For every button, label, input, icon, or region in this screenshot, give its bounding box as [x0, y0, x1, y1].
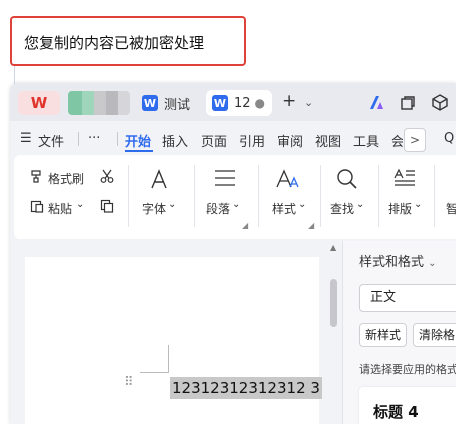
cut-icon[interactable] [100, 169, 114, 183]
new-style-button[interactable]: 新样式 [359, 323, 408, 347]
menu-file[interactable]: 文件 [38, 131, 64, 150]
style-item-label: 标题 4 [373, 403, 419, 421]
paragraph-settings-corner-icon[interactable]: ◢ [242, 221, 248, 230]
menu-more[interactable]: ··· [88, 131, 100, 146]
tab-insert[interactable]: 插入 [162, 131, 188, 150]
smart-tools-button[interactable]: 智 [446, 200, 456, 217]
style-hint-text: 请选择要应用的格式 [359, 363, 456, 376]
unsaved-dot-icon: ● [254, 96, 266, 110]
paste-icon[interactable] [30, 199, 44, 213]
font-chevron-icon[interactable]: ⌄ [168, 199, 176, 210]
style-icon[interactable] [276, 169, 300, 189]
paragraph-chevron-icon[interactable]: ⌄ [232, 199, 240, 210]
format-painter-icon[interactable] [30, 169, 44, 183]
scrollbar-thumb[interactable] [330, 279, 337, 327]
paste-button[interactable]: 粘贴 [48, 200, 72, 217]
cube-icon[interactable] [432, 94, 448, 111]
paragraph-button[interactable]: 段落 [206, 200, 230, 217]
blurred-tab[interactable] [68, 91, 130, 115]
window-restore-icon[interactable] [400, 95, 416, 111]
layout-chevron-icon[interactable]: ⌄ [414, 199, 422, 210]
tab-view[interactable]: 视图 [315, 131, 341, 150]
find-chevron-icon[interactable]: ⌄ [356, 199, 364, 210]
new-tab-button[interactable]: + [282, 91, 296, 111]
margin-corner-vertical [168, 345, 169, 373]
style-chevron-icon[interactable]: ⌄ [298, 199, 306, 210]
styles-panel: 样式和格式 ⌄ 正文 新样式 清除格 请选择要应用的格式 标题 4 [342, 241, 456, 424]
tab-references[interactable]: 引用 [239, 131, 265, 150]
tab-list-chevron-icon[interactable]: ⌄ [304, 96, 313, 109]
font-button[interactable]: 字体 [142, 200, 166, 217]
tab-member[interactable]: 会 [391, 131, 403, 150]
ai-assistant-icon[interactable] [368, 94, 386, 110]
current-style-combo[interactable]: 正文 [359, 284, 456, 312]
styles-panel-title[interactable]: 样式和格式 ⌄ [359, 251, 437, 270]
wps-window: W W 测试 W 12 ● + ⌄ ☰ 文件 ··· 开始 插入 页面 引用 审… [10, 83, 456, 424]
panel-title-chevron-icon: ⌄ [428, 258, 437, 269]
layout-icon[interactable] [394, 169, 416, 189]
ribbon-separator [128, 165, 129, 227]
copy-icon[interactable] [100, 199, 114, 213]
style-settings-corner-icon[interactable]: ◢ [308, 221, 314, 230]
tab-page[interactable]: 页面 [201, 131, 227, 150]
layout-button[interactable]: 排版 [388, 200, 412, 217]
style-item-heading-4[interactable]: 标题 4 [359, 387, 456, 424]
tab-home[interactable]: 开始 [125, 131, 151, 150]
ribbon-separator [258, 165, 259, 227]
ribbon-separator [320, 165, 321, 227]
menu-separator [78, 132, 79, 146]
selected-text[interactable]: 12312312312312 3 [170, 377, 322, 399]
ribbon-separator [434, 165, 435, 227]
scroll-up-icon[interactable]: ▲ [330, 243, 336, 252]
find-button[interactable]: 查找 [330, 200, 354, 217]
paragraph-icon[interactable] [214, 169, 236, 187]
title-bar: W W 测试 W 12 ● + ⌄ [10, 83, 456, 121]
margin-corner-horizontal [140, 372, 168, 373]
style-button[interactable]: 样式 [272, 200, 296, 217]
notice-text: 您复制的内容已被加密处理 [24, 34, 205, 52]
ribbon-toolbar: 格式刷 粘贴 ⌄ 字体 ⌄ 段落 ⌄ ◢ 样式 ⌄ ◢ 查找 ⌄ 排版 ⌄ 智 [14, 155, 456, 239]
ribbon-separator [378, 165, 379, 227]
format-painter-button[interactable]: 格式刷 [48, 170, 84, 187]
active-tab-underline [125, 150, 153, 152]
encryption-notice: 您复制的内容已被加密处理 [10, 16, 246, 66]
tab-active-document[interactable]: W 12 ● [206, 90, 272, 116]
tab-label: 测试 [164, 97, 191, 113]
menu-separator [117, 132, 118, 146]
menu-bar: ☰ 文件 ··· 开始 插入 页面 引用 审阅 视图 工具 会 > Q [10, 123, 456, 153]
word-doc-icon: W [142, 95, 158, 111]
paste-chevron-icon[interactable]: ⌄ [76, 199, 84, 210]
word-doc-icon: W [212, 95, 228, 111]
tab-review[interactable]: 审阅 [277, 131, 303, 150]
document-scrollbar[interactable]: ▲ [328, 241, 340, 424]
wps-logo[interactable]: W [18, 91, 60, 115]
tab-tools[interactable]: 工具 [353, 131, 379, 150]
clear-format-button[interactable]: 清除格 [413, 323, 456, 347]
hamburger-icon[interactable]: ☰ [20, 131, 32, 146]
search-icon[interactable]: Q [444, 131, 454, 146]
wps-logo-glyph: W [30, 94, 48, 112]
tab-label: 12 [234, 95, 251, 111]
ribbon-separator [194, 165, 195, 227]
find-icon[interactable] [336, 168, 358, 190]
paragraph-drag-handle-icon[interactable]: ⠿ [124, 375, 133, 390]
tab-test-document[interactable]: W 测试 [136, 90, 200, 116]
menu-scroll-right-button[interactable]: > [404, 128, 426, 152]
font-icon[interactable] [150, 169, 168, 189]
